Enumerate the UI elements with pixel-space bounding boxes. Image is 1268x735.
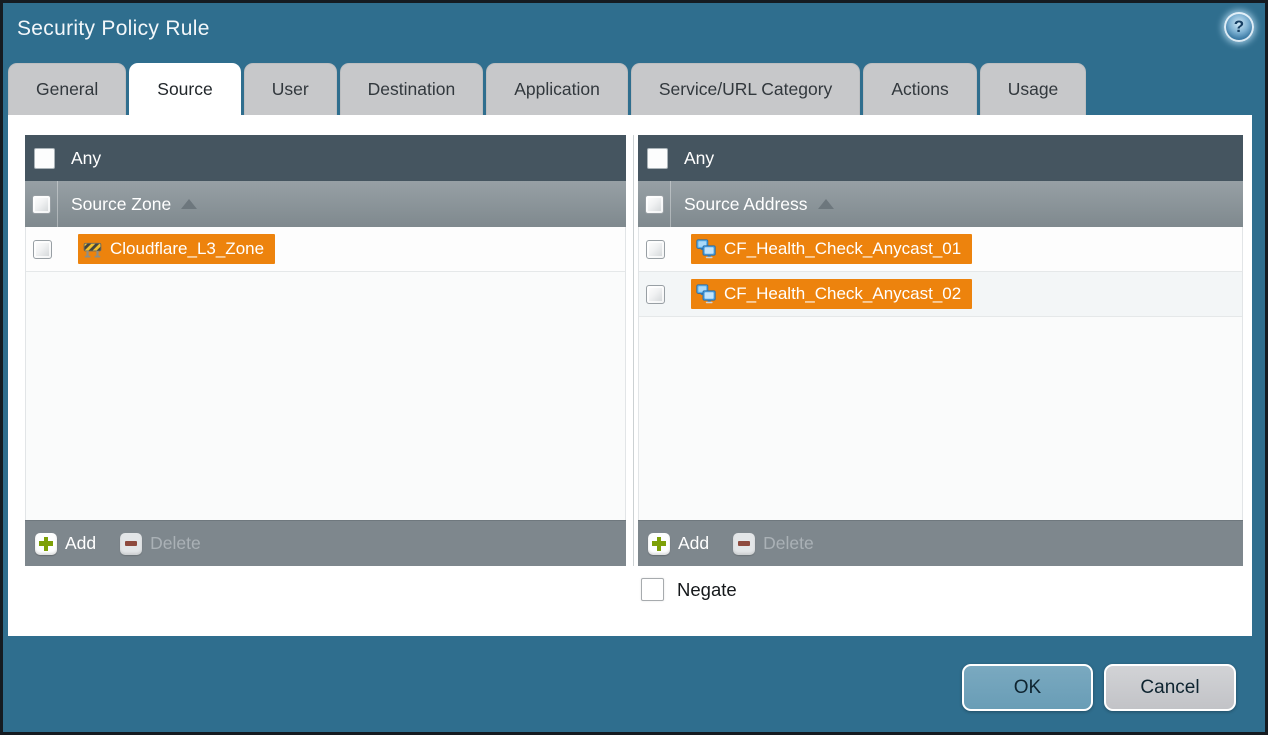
add-icon <box>35 533 57 555</box>
negate-option: Negate <box>641 578 737 601</box>
source-address-any-header: Any <box>638 135 1243 181</box>
tab-actions[interactable]: Actions <box>863 63 976 115</box>
row-checkbox[interactable] <box>33 240 52 259</box>
tab-usage[interactable]: Usage <box>980 63 1087 115</box>
source-address-panel: Any Source Address <box>638 135 1243 566</box>
table-row[interactable]: CF_Health_Check_Anycast_02 <box>639 272 1242 317</box>
address-icon <box>696 239 716 259</box>
table-row[interactable]: Cloudflare_L3_Zone <box>26 227 625 272</box>
source-address-toolbar: Add Delete <box>638 520 1243 566</box>
negate-label: Negate <box>677 579 737 601</box>
delete-button[interactable]: Delete <box>120 533 201 555</box>
source-zone-any-label: Any <box>71 148 101 169</box>
source-zone-column-label[interactable]: Source Zone <box>71 194 171 215</box>
security-policy-rule-dialog: Security Policy Rule ? General Source Us… <box>0 0 1268 735</box>
source-address-list: CF_Health_Check_Anycast_01 <box>638 227 1243 520</box>
tab-source[interactable]: Source <box>129 63 240 115</box>
negate-checkbox[interactable] <box>641 578 664 601</box>
source-address-column-header: Source Address <box>638 181 1243 227</box>
delete-button-label: Delete <box>763 533 814 554</box>
address-chip-label: CF_Health_Check_Anycast_01 <box>724 239 961 259</box>
address-chip[interactable]: CF_Health_Check_Anycast_02 <box>691 279 972 309</box>
tab-general[interactable]: General <box>8 63 126 115</box>
sort-ascending-icon[interactable] <box>818 199 834 209</box>
delete-button[interactable]: Delete <box>733 533 814 555</box>
delete-icon <box>733 533 755 555</box>
source-zone-any-checkbox[interactable] <box>34 148 55 169</box>
source-zone-panel: Any Source Zone <box>25 135 626 566</box>
sort-ascending-icon[interactable] <box>181 199 197 209</box>
source-zone-toolbar: Add Delete <box>25 520 626 566</box>
row-checkbox[interactable] <box>646 285 665 304</box>
source-zone-list: Cloudflare_L3_Zone <box>25 227 626 520</box>
tab-bar: General Source User Destination Applicat… <box>8 63 1086 115</box>
add-button[interactable]: Add <box>648 533 709 555</box>
source-address-select-all-checkbox[interactable] <box>645 195 664 214</box>
address-icon <box>696 284 716 304</box>
ok-button[interactable]: OK <box>962 664 1093 711</box>
table-row[interactable]: CF_Health_Check_Anycast_01 <box>639 227 1242 272</box>
add-button-label: Add <box>65 533 96 554</box>
zone-chip[interactable]: Cloudflare_L3_Zone <box>78 234 275 264</box>
tab-application[interactable]: Application <box>486 63 628 115</box>
zone-icon <box>83 240 102 259</box>
source-address-any-label: Any <box>684 148 714 169</box>
dialog-title: Security Policy Rule <box>17 17 210 41</box>
source-tab-content: Any Source Zone <box>8 115 1252 636</box>
add-button[interactable]: Add <box>35 533 96 555</box>
address-chip[interactable]: CF_Health_Check_Anycast_01 <box>691 234 972 264</box>
cancel-button[interactable]: Cancel <box>1104 664 1236 711</box>
help-icon[interactable]: ? <box>1224 12 1254 42</box>
delete-button-label: Delete <box>150 533 201 554</box>
address-chip-label: CF_Health_Check_Anycast_02 <box>724 284 961 304</box>
add-button-label: Add <box>678 533 709 554</box>
zone-chip-label: Cloudflare_L3_Zone <box>110 239 264 259</box>
tab-user[interactable]: User <box>244 63 337 115</box>
panel-splitter[interactable] <box>633 135 634 566</box>
add-icon <box>648 533 670 555</box>
delete-icon <box>120 533 142 555</box>
tab-service-url-category[interactable]: Service/URL Category <box>631 63 860 115</box>
source-zone-any-header: Any <box>25 135 626 181</box>
source-zone-select-all-checkbox[interactable] <box>32 195 51 214</box>
row-checkbox[interactable] <box>646 240 665 259</box>
source-address-column-label[interactable]: Source Address <box>684 194 808 215</box>
source-zone-column-header: Source Zone <box>25 181 626 227</box>
tab-destination[interactable]: Destination <box>340 63 484 115</box>
source-address-any-checkbox[interactable] <box>647 148 668 169</box>
